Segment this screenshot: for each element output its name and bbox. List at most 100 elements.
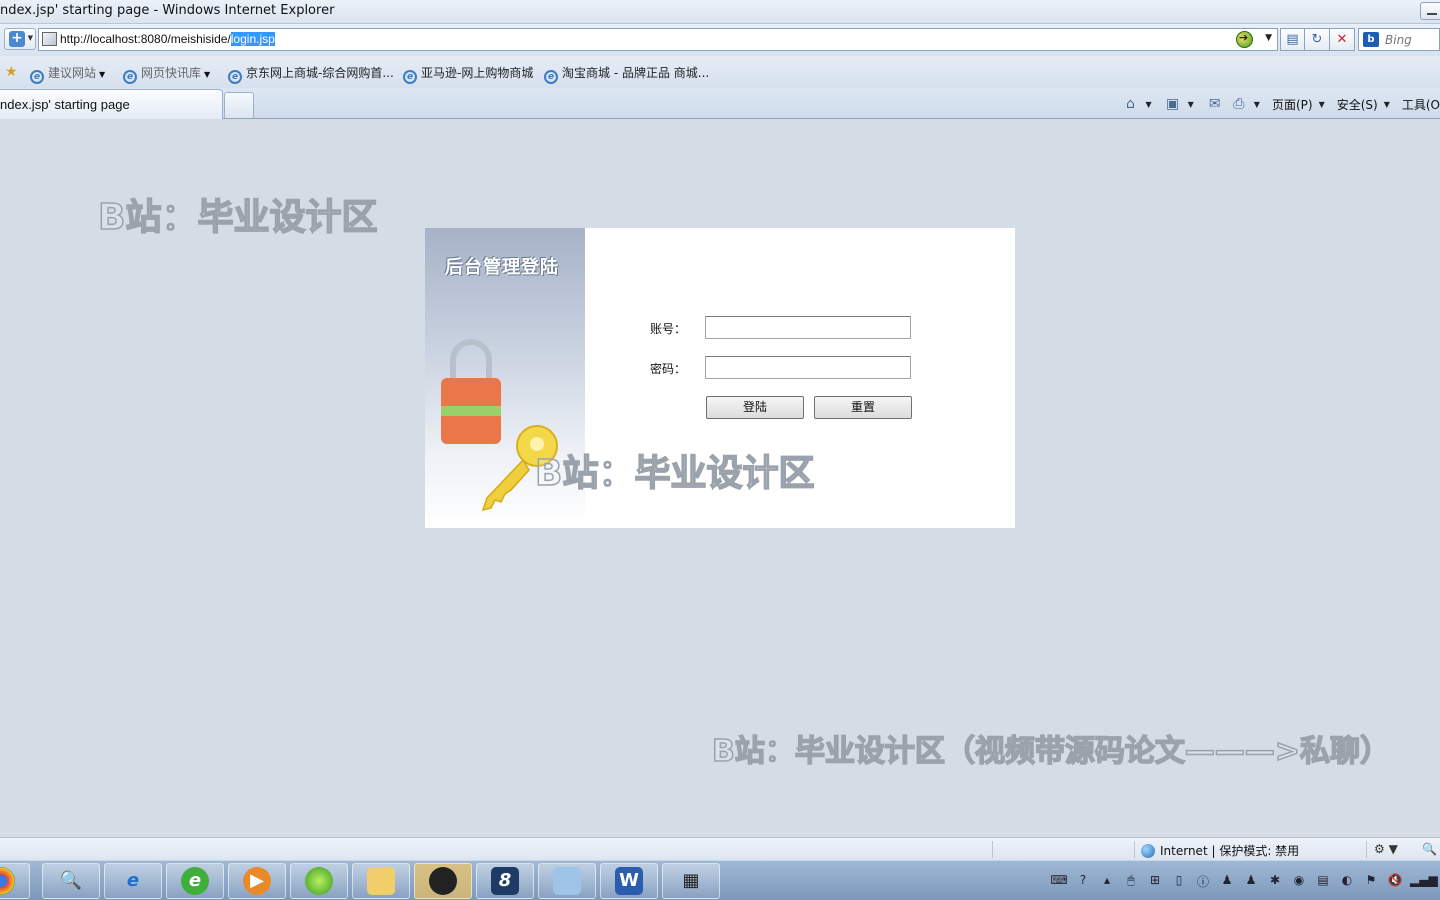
tools-menu[interactable]: 工具(O xyxy=(1402,96,1440,113)
page-content: B站：毕业设计区 后台管理登陆 账号： 密码： 登陆 重置 B站：毕业设计区 B… xyxy=(0,120,1440,837)
favorites-bar: ★ e 建议网站 ▼ e 网页快讯库 ▼ e 京东网上商城-综合网购首... e 亚马逊-网… xyxy=(0,56,1440,88)
favorites-star-icon[interactable]: ★ xyxy=(5,64,18,80)
home-icon[interactable]: ⌂ xyxy=(1121,96,1139,112)
favorite-item-jd[interactable]: e 京东网上商城-综合网购首... xyxy=(228,64,394,84)
chevron-down-icon[interactable]: ▼ xyxy=(1319,100,1325,109)
globe-icon xyxy=(1141,844,1155,858)
taskbar-qq[interactable] xyxy=(414,863,472,899)
mouse-icon[interactable]: 🖱 xyxy=(1122,873,1140,890)
chevron-down-icon[interactable]: ▼ xyxy=(1254,100,1260,109)
ie-icon: e xyxy=(403,70,417,84)
flag-icon[interactable]: ⚑ xyxy=(1362,873,1380,890)
new-tab-nav-button[interactable]: + ▼ xyxy=(4,28,36,50)
zoom-icon[interactable]: 🔍 xyxy=(1422,842,1437,856)
taskbar-recorder[interactable]: ▦ xyxy=(662,863,720,899)
print-icon[interactable]: ⎙ xyxy=(1230,96,1248,112)
window-title: ndex.jsp' starting page - Windows Intern… xyxy=(0,3,335,18)
chevron-down-icon: ▼ xyxy=(27,34,33,42)
ie-icon: e xyxy=(544,70,558,84)
favorite-item-suggested[interactable]: e 建议网站 ▼ xyxy=(30,64,105,84)
info-icon[interactable]: ⓘ xyxy=(1194,873,1212,890)
tab-active[interactable]: ndex.jsp' starting page xyxy=(0,89,223,119)
search-input[interactable]: b Bing xyxy=(1358,28,1440,51)
word-icon: W xyxy=(615,867,643,895)
taskbar-notepad[interactable] xyxy=(538,863,596,899)
globe-tray-icon[interactable]: ◉ xyxy=(1290,873,1308,890)
chevron-down-icon[interactable]: ▼ xyxy=(1145,100,1151,109)
password-label: 密码： xyxy=(650,362,687,376)
chevron-down-icon[interactable]: ▼ xyxy=(1384,100,1390,109)
taskbar-ball[interactable] xyxy=(290,863,348,899)
url-text[interactable]: http://localhost:8080/meishiside/login.j… xyxy=(60,32,275,46)
status-divider xyxy=(1134,841,1135,858)
security-zone[interactable]: Internet | 保护模式: 禁用 xyxy=(1141,842,1299,859)
keyboard-icon[interactable]: ⌨ xyxy=(1050,873,1068,890)
taskbar-ie[interactable]: e xyxy=(104,863,162,899)
go-icon[interactable] xyxy=(1236,31,1253,48)
status-divider xyxy=(1366,841,1367,858)
login-button[interactable]: 登陆 xyxy=(706,396,804,419)
ie-icon: e xyxy=(123,70,137,84)
page-menu[interactable]: 页面(P) xyxy=(1272,96,1313,113)
taskbar-folder[interactable] xyxy=(352,863,410,899)
taskbar-media-player[interactable]: ▶ xyxy=(228,863,286,899)
new-tab-button[interactable] xyxy=(224,92,254,118)
search-placeholder: Bing xyxy=(1385,33,1412,47)
status-bar: Internet | 保护模式: 禁用 ⚙ ▼ 🔍 xyxy=(0,837,1440,860)
minimize-button[interactable] xyxy=(1420,2,1440,20)
volume-muted-icon[interactable]: 🔇 xyxy=(1386,873,1404,890)
chevron-down-icon[interactable]: ▼ xyxy=(1188,100,1194,109)
chrome-icon xyxy=(0,867,15,895)
favorite-item-amazon[interactable]: e 亚马逊-网上购物商城 xyxy=(403,64,533,84)
recorder-icon: ▦ xyxy=(682,870,700,891)
tab-bar: ndex.jsp' starting page ⌂ ▼ ▣ ▼ ✉ ⎙ ▼ 页面(P)… xyxy=(0,88,1440,119)
account-input[interactable] xyxy=(705,316,911,339)
favorite-label: 淘宝商城 - 品牌正品 商城... xyxy=(562,66,710,80)
ie-icon: e xyxy=(30,70,44,84)
mail-icon[interactable]: ✉ xyxy=(1206,96,1224,112)
command-bar: ⌂ ▼ ▣ ▼ ✉ ⎙ ▼ 页面(P) ▼ 安全(S) ▼ 工具(O xyxy=(1121,93,1440,115)
taskbar-chrome[interactable] xyxy=(0,863,30,899)
watermark-top-left: B站：毕业设计区 xyxy=(97,196,378,239)
taskbar-search[interactable]: 🔍 xyxy=(42,863,100,899)
qq-tray-icon-2[interactable]: ♟ xyxy=(1242,873,1260,890)
taskbar-app-8[interactable]: 8 xyxy=(476,863,534,899)
clipboard-icon[interactable]: ▤ xyxy=(1314,873,1332,890)
signal-icon[interactable]: ▂▄▆ xyxy=(1410,873,1438,890)
ie-green-icon: e xyxy=(181,867,209,895)
device-icon[interactable]: ▯ xyxy=(1170,873,1188,890)
status-divider xyxy=(992,841,993,858)
refresh-icon[interactable]: ↻ xyxy=(1305,28,1330,51)
favorite-label: 京东网上商城-综合网购首... xyxy=(246,66,394,80)
address-dropdown-icon[interactable]: ▼ xyxy=(1265,33,1272,43)
bluetooth-icon[interactable]: ✱ xyxy=(1266,873,1284,890)
search-icon: 🔍 xyxy=(59,870,83,891)
favorite-item-webslice[interactable]: e 网页快讯库 ▼ xyxy=(123,64,210,84)
network-icon[interactable]: ⊞ xyxy=(1146,873,1164,890)
protected-mode-icon[interactable]: ⚙ ▼ xyxy=(1374,842,1398,856)
chevron-down-icon: ▼ xyxy=(99,70,106,79)
stop-icon[interactable]: ✕ xyxy=(1330,28,1355,51)
qq-tray-icon[interactable]: ♟ xyxy=(1218,873,1236,890)
favorite-item-taobao[interactable]: e 淘宝商城 - 品牌正品 商城... xyxy=(544,64,709,84)
chevron-down-icon: ▼ xyxy=(204,70,211,79)
ball-icon xyxy=(305,867,333,895)
taskbar: 🔍 e e ▶ 8 W ▦ ⌨ ? ▴ 🖱 ⊞ ▯ ⓘ ♟ ♟ ✱ ◉ ▤ ◐ … xyxy=(0,860,1440,900)
security-tray-icon[interactable]: ◐ xyxy=(1338,873,1356,890)
zone-text: Internet | 保护模式: 禁用 xyxy=(1160,844,1300,858)
taskbar-word[interactable]: W xyxy=(600,863,658,899)
rss-feed-icon[interactable]: ▣ xyxy=(1164,96,1182,112)
favorite-label: 亚马逊-网上购物商城 xyxy=(421,66,534,80)
help-icon[interactable]: ? xyxy=(1074,873,1092,890)
compatibility-view-icon[interactable]: ▤ xyxy=(1280,28,1305,51)
taskbar-ie-green[interactable]: e xyxy=(166,863,224,899)
reset-button[interactable]: 重置 xyxy=(814,396,912,419)
favorite-label: 网页快讯库 xyxy=(141,66,202,80)
address-bar[interactable]: http://localhost:8080/meishiside/login.j… xyxy=(38,28,1278,51)
tab-label: ndex.jsp' starting page xyxy=(0,97,130,112)
watermark-bottom: B站：毕业设计区（视频带源码论文———>私聊） xyxy=(711,733,1391,770)
tray-arrow-icon[interactable]: ▴ xyxy=(1098,873,1116,890)
safety-menu[interactable]: 安全(S) xyxy=(1337,96,1378,113)
password-input[interactable] xyxy=(705,356,911,379)
app-8-icon: 8 xyxy=(491,867,519,895)
